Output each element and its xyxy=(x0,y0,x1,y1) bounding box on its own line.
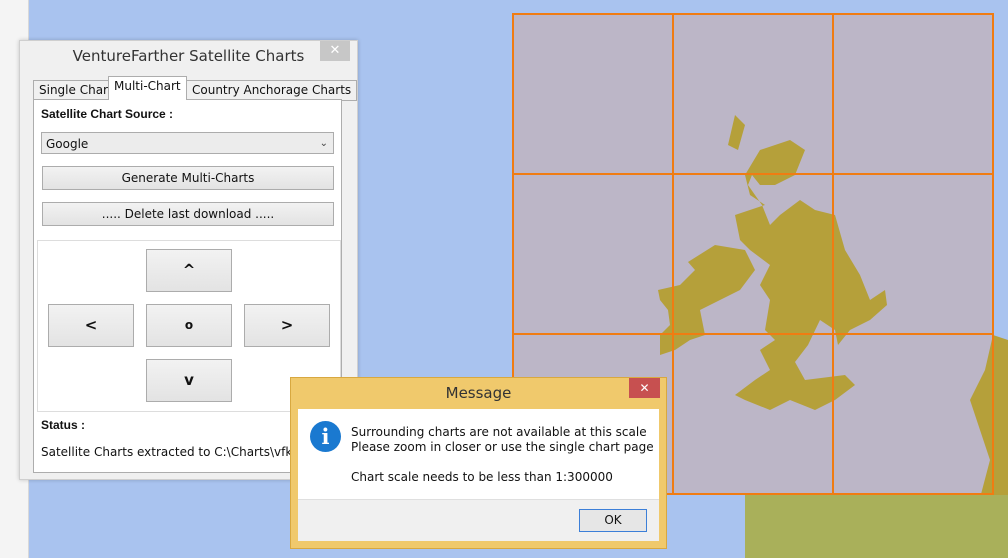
message-line-1: Surrounding charts are not available at … xyxy=(351,425,647,439)
tab-single-chart[interactable]: Single Chart xyxy=(33,80,119,101)
nav-down-button[interactable]: v xyxy=(146,359,232,402)
close-icon[interactable]: ✕ xyxy=(320,41,350,61)
close-icon[interactable]: ✕ xyxy=(629,378,660,398)
nav-left-button[interactable]: < xyxy=(48,304,134,347)
generate-multi-charts-button[interactable]: Generate Multi-Charts xyxy=(42,166,334,190)
window-title: VentureFarther Satellite Charts xyxy=(72,47,305,65)
message-line-3: Chart scale needs to be less than 1:3000… xyxy=(351,470,613,484)
info-icon: i xyxy=(310,421,341,452)
nav-center-button[interactable]: o xyxy=(146,304,232,347)
source-label: Satellite Chart Source : xyxy=(41,107,174,121)
land-continent xyxy=(745,495,1008,558)
dialog-title: Message xyxy=(445,384,512,402)
nav-up-button[interactable]: ^ xyxy=(146,249,232,292)
delete-last-download-button[interactable]: ..... Delete last download ..... xyxy=(42,202,334,226)
message-dialog: Message ✕ i Surrounding charts are not a… xyxy=(290,377,667,549)
status-label: Status : xyxy=(41,418,86,432)
chevron-down-icon: ⌄ xyxy=(319,138,328,149)
source-value: Google xyxy=(46,137,89,151)
message-line-2: Please zoom in closer or use the single … xyxy=(351,440,654,454)
tab-multi-chart[interactable]: Multi-Chart xyxy=(108,76,187,100)
status-text: Satellite Charts extracted to C:\Charts\… xyxy=(41,445,321,459)
ok-button[interactable]: OK xyxy=(579,509,647,532)
nav-right-button[interactable]: > xyxy=(244,304,330,347)
tab-country-anchorage-charts[interactable]: Country Anchorage Charts xyxy=(186,80,358,101)
source-select[interactable]: Google ⌄ xyxy=(41,132,334,154)
